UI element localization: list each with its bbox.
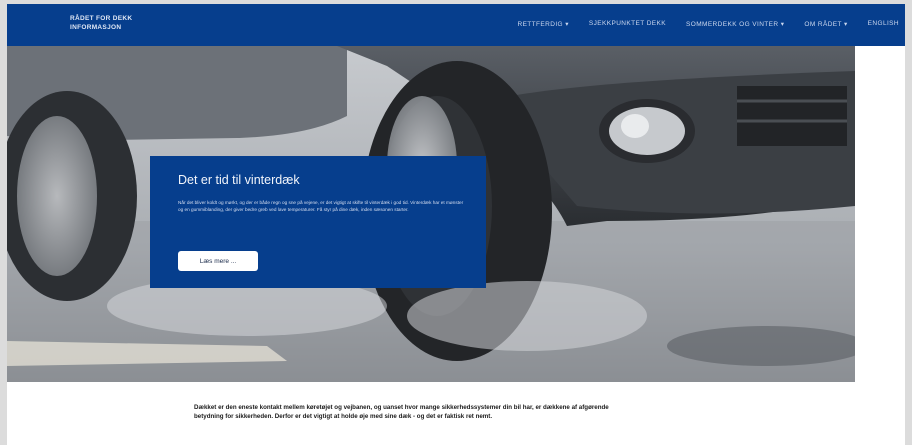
nav-item-rettferdig[interactable]: Rettferdig ▾ (517, 20, 568, 28)
nav-item-sommerdekk[interactable]: Sommerdekk og vinter ▾ (686, 20, 784, 28)
nav-item-english[interactable]: English (868, 20, 899, 28)
top-navigation-bar: Rådet for Dekk Informasjon Rettferdig ▾ … (7, 4, 905, 46)
hero-banner: Det er tid til vinterdæk Når det bliver … (7, 46, 855, 382)
site-logo[interactable]: Rådet for Dekk Informasjon (70, 14, 180, 32)
promo-title: Det er tid til vinterdæk (178, 173, 300, 187)
read-more-button[interactable]: Læs mere ... (178, 251, 258, 271)
main-nav: Rettferdig ▾ Sjekkpunktet Dekk Sommerdek… (517, 20, 899, 28)
page-frame: Rådet for Dekk Informasjon Rettferdig ▾ … (7, 4, 905, 445)
promo-text: Når det bliver koldt og mørkt, og der er… (178, 200, 464, 212)
nav-item-om-raadet[interactable]: Om rådet ▾ (804, 20, 847, 28)
article-intro: Dækket er den eneste kontakt mellem køre… (194, 404, 609, 420)
nav-item-sjekkpunktet[interactable]: Sjekkpunktet Dekk (589, 20, 666, 28)
promo-box: Det er tid til vinterdæk Når det bliver … (150, 156, 486, 288)
